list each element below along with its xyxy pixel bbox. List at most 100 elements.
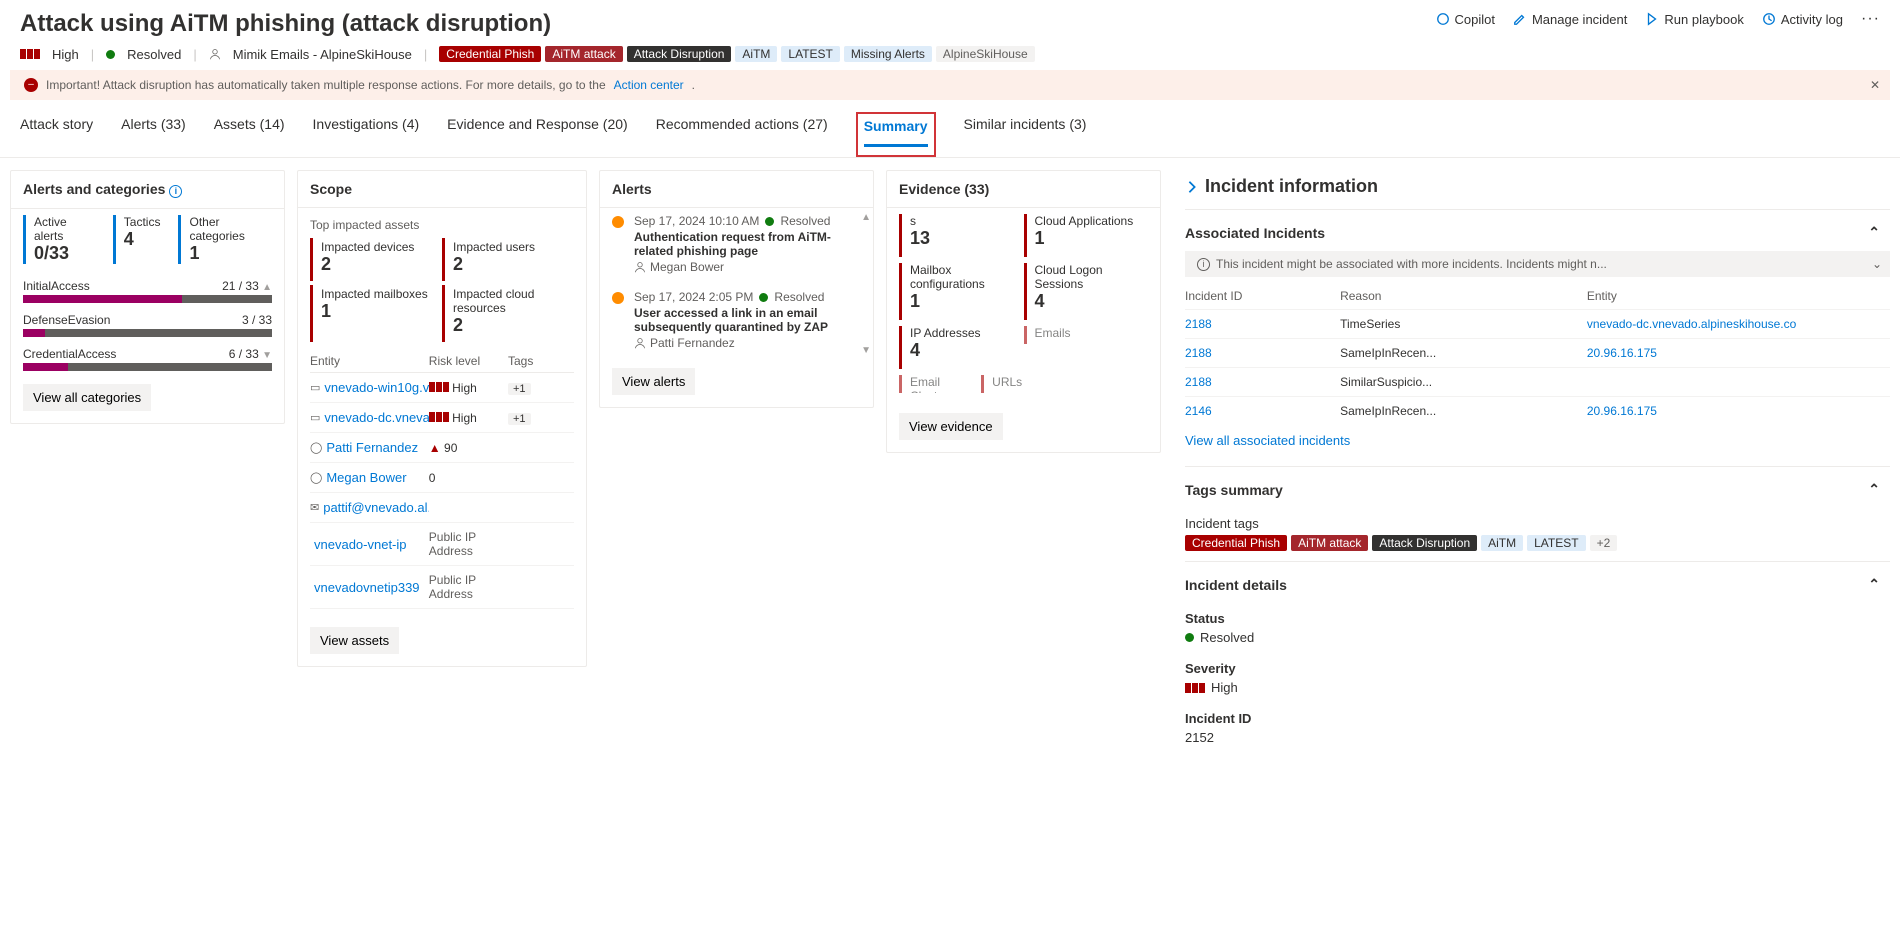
impact-label: Impacted mailboxes: [321, 287, 442, 301]
associated-incident-row[interactable]: 2146SameIpInRecen...20.96.16.175: [1185, 396, 1890, 425]
info-icon: i: [1197, 258, 1210, 271]
run-playbook-button[interactable]: Run playbook: [1645, 12, 1744, 27]
tab-evidence-and-response-[interactable]: Evidence and Response (20): [447, 116, 628, 157]
evidence-item: Mailbox configurations1: [899, 263, 1024, 320]
copilot-button[interactable]: Copilot: [1436, 12, 1495, 27]
impact-label: Impacted devices: [321, 240, 442, 254]
scroll-up-icon[interactable]: ▲: [861, 212, 871, 223]
view-all-associated-link[interactable]: View all associated incidents: [1185, 425, 1350, 456]
impact-value: 2: [453, 254, 574, 275]
tag[interactable]: AiTM attack: [545, 46, 622, 62]
tab-summary[interactable]: Summary: [864, 118, 928, 147]
scroll-down-icon[interactable]: ▼: [861, 345, 871, 356]
info-icon[interactable]: i: [169, 185, 182, 198]
page-title: Attack using AiTM phishing (attack disru…: [20, 10, 551, 38]
view-all-categories-button[interactable]: View all categories: [23, 384, 151, 411]
asset-row[interactable]: vnevadovnetip339Public IP Address: [310, 566, 574, 609]
alerts-card: Alerts ▲ Sep 17, 2024 10:10 AMResolvedAu…: [599, 170, 874, 408]
impact-value: 1: [321, 301, 442, 322]
card-header: Alerts: [600, 171, 873, 208]
tag[interactable]: LATEST: [781, 46, 839, 62]
person-icon: [209, 48, 221, 60]
asset-row[interactable]: ✉pattif@vnevado.al...: [310, 493, 574, 523]
tag[interactable]: Attack Disruption: [627, 46, 732, 62]
associated-incident-row[interactable]: 2188SimilarSuspicio...: [1185, 367, 1890, 396]
evidence-item: Cloud Logon Sessions4: [1024, 263, 1149, 320]
associated-incident-row[interactable]: 2188SameIpInRecen...20.96.16.175: [1185, 338, 1890, 367]
evidence-card: Evidence (33) s13Cloud Applications1Mail…: [886, 170, 1161, 453]
view-evidence-button[interactable]: View evidence: [899, 413, 1003, 440]
card-header: Alerts and categoriesi: [11, 171, 284, 209]
associated-notice: i This incident might be associated with…: [1185, 251, 1890, 277]
tag[interactable]: Attack Disruption: [1372, 535, 1477, 551]
alert-item[interactable]: Sep 17, 2024 10:10 AMResolvedAuthenticat…: [600, 208, 873, 284]
card-header: Scope: [298, 171, 586, 208]
status-label: Status: [1185, 603, 1890, 630]
status-dot-icon: [106, 50, 115, 59]
asset-row[interactable]: ◯Megan Bower0: [310, 463, 574, 493]
severity-icon: [20, 49, 40, 59]
owner: Mimik Emails - AlpineSkiHouse: [233, 47, 412, 62]
tab-attack-story[interactable]: Attack story: [20, 116, 93, 157]
activity-label: Activity log: [1781, 12, 1843, 27]
close-icon[interactable]: ✕: [1870, 78, 1880, 92]
action-center-link[interactable]: Action center: [614, 78, 684, 92]
evidence-item: URLs: [981, 375, 1063, 393]
tab-recommended-actions-[interactable]: Recommended actions (27): [656, 116, 828, 157]
incident-id-value: 2152: [1185, 730, 1890, 753]
incident-meta: High | Resolved | Mimik Emails - AlpineS…: [0, 46, 1900, 70]
alert-dot-icon: [612, 216, 624, 228]
tab-similar-incidents-[interactable]: Similar incidents (3): [964, 116, 1087, 157]
tag[interactable]: Credential Phish: [1185, 535, 1287, 551]
col-risk: Risk level: [429, 354, 508, 368]
view-assets-button[interactable]: View assets: [310, 627, 399, 654]
tag[interactable]: AiTM attack: [1291, 535, 1368, 551]
category-row: DefenseEvasion3 / 33: [11, 308, 284, 342]
status-text: Resolved: [127, 47, 181, 62]
status-value: Resolved: [1200, 630, 1254, 645]
tab-assets-[interactable]: Assets (14): [214, 116, 285, 157]
alert-text: Important! Attack disruption has automat…: [46, 78, 606, 92]
view-alerts-button[interactable]: View alerts: [612, 368, 695, 395]
associated-incidents-header: Associated Incidents: [1185, 225, 1325, 241]
evidence-item: Cloud Applications1: [1024, 214, 1149, 257]
stat-value: 1: [189, 243, 272, 264]
tag[interactable]: Credential Phish: [439, 46, 541, 62]
activity-log-button[interactable]: Activity log: [1762, 12, 1843, 27]
asset-row[interactable]: ▭vnevado-dc.vneva... High+1: [310, 403, 574, 433]
manage-incident-button[interactable]: Manage incident: [1513, 12, 1627, 27]
chevron-up-icon[interactable]: ⌃: [1868, 576, 1880, 593]
severity-value: High: [1211, 680, 1238, 695]
tab-investigations-[interactable]: Investigations (4): [313, 116, 420, 157]
chevron-up-icon[interactable]: ⌃: [1868, 224, 1880, 241]
chevron-right-icon[interactable]: [1185, 180, 1199, 194]
tag[interactable]: AiTM: [1481, 535, 1523, 551]
tab-alerts-[interactable]: Alerts (33): [121, 116, 186, 157]
severity-text: High: [52, 47, 79, 62]
tag[interactable]: AlpineSkiHouse: [936, 46, 1035, 62]
chevron-up-icon[interactable]: ⌃: [1868, 481, 1880, 498]
severity-icon: [1185, 683, 1205, 693]
status-dot-icon: [1185, 633, 1194, 642]
asset-row[interactable]: ▭vnevado-win10g.v... High+1: [310, 373, 574, 403]
category-row: InitialAccess21 / 33 ▲: [11, 274, 284, 308]
tag[interactable]: AiTM: [735, 46, 777, 62]
stat-label: Tactics: [124, 215, 161, 229]
asset-row[interactable]: vnevado-vnet-ipPublic IP Address: [310, 523, 574, 566]
incident-details-header: Incident details: [1185, 577, 1287, 593]
tag[interactable]: Missing Alerts: [844, 46, 932, 62]
panel-title: Incident information: [1205, 176, 1378, 197]
tag[interactable]: +2: [1590, 535, 1618, 551]
alert-item[interactable]: Sep 17, 2024 2:05 PMResolvedUser accesse…: [600, 284, 873, 360]
tabs-bar: Attack story Alerts (33) Assets (14) Invest…: [0, 100, 1900, 158]
card-header: Evidence (33): [887, 171, 1160, 208]
incident-info-panel: Incident information Associated Incident…: [1173, 170, 1890, 763]
asset-row[interactable]: ◯Patti Fernandez▲ 90: [310, 433, 574, 463]
stat-label: Other categories: [189, 215, 272, 243]
scope-card: Scope Top impacted assets Impacted devic…: [297, 170, 587, 667]
severity-label: Severity: [1185, 653, 1890, 680]
chevron-down-icon[interactable]: ⌄: [1872, 257, 1882, 271]
tag[interactable]: LATEST: [1527, 535, 1585, 551]
more-button[interactable]: ···: [1861, 10, 1880, 28]
associated-incident-row[interactable]: 2188TimeSeriesvnevado-dc.vnevado.alpines…: [1185, 309, 1890, 338]
